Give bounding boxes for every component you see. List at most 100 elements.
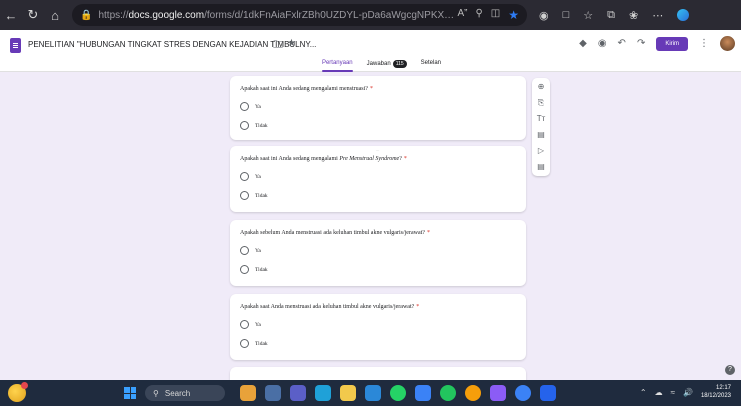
tab-pertanyaan[interactable]: Pertanyaan — [321, 60, 353, 72]
add-video-icon[interactable]: ▷ — [538, 146, 544, 156]
tab-setelan[interactable]: Setelan — [421, 60, 441, 72]
app-icon[interactable] — [415, 385, 431, 401]
split-screen-icon[interactable]: ◫ — [491, 8, 500, 22]
reload-icon[interactable]: ↻ — [22, 4, 44, 26]
undo-icon[interactable]: ↶ — [618, 38, 626, 49]
app-icon[interactable] — [440, 385, 456, 401]
avatar[interactable] — [720, 36, 735, 51]
home-icon[interactable]: ⌂ — [44, 4, 66, 26]
add-title-icon[interactable]: Tт — [537, 114, 546, 124]
radio-icon[interactable] — [240, 191, 249, 200]
radio-icon[interactable] — [240, 339, 249, 348]
option-row[interactable]: Ya — [240, 172, 516, 181]
tab-jawaban[interactable]: Jawaban 115 — [367, 60, 407, 72]
taskbar-search[interactable]: ⚲ Search — [145, 385, 225, 401]
radio-icon[interactable] — [240, 320, 249, 329]
folder-icon[interactable]: 🗀 — [273, 38, 283, 55]
question-card[interactable]: Apakah sebelum Anda menstruasi ada keluh… — [230, 220, 526, 286]
task-view-icon[interactable] — [265, 385, 281, 401]
mail-app-icon[interactable] — [365, 385, 381, 401]
option-label: Ya — [255, 321, 261, 328]
option-label: Tidak — [255, 340, 268, 347]
question-card[interactable]: Apakah saat Anda menstruasi ada keluhan … — [230, 294, 526, 360]
url-text: https://docs.google.com/forms/d/1dkFnAia… — [98, 9, 457, 21]
redo-icon[interactable]: ↷ — [637, 38, 645, 49]
volume-icon[interactable]: 🔊 — [683, 388, 693, 397]
more-vert-icon[interactable]: ⋮ — [699, 38, 709, 49]
word-icon[interactable] — [540, 385, 556, 401]
extensions-icon[interactable]: ❀ — [629, 9, 638, 22]
add-section-icon[interactable]: ▤ — [537, 162, 545, 172]
back-icon[interactable]: ← — [0, 4, 22, 26]
question-text: Apakah saat ini Anda sedang mengalami Pr… — [240, 156, 407, 162]
whatsapp-icon[interactable] — [390, 385, 406, 401]
option-label: Tidak — [255, 266, 268, 273]
edge-app-icon[interactable] — [315, 385, 331, 401]
preview-eye-icon[interactable]: ◉ — [598, 38, 607, 49]
radio-icon[interactable] — [240, 102, 249, 111]
drag-handle-icon[interactable]: ⋯ — [376, 148, 381, 153]
collections-icon[interactable]: ⧉ — [607, 9, 615, 22]
chrome-icon[interactable] — [465, 385, 481, 401]
chevron-up-icon[interactable]: ⌃ — [640, 388, 647, 397]
help-icon[interactable]: ? — [725, 365, 735, 375]
zoom-icon[interactable]: ⚲ — [475, 8, 482, 22]
option-label: Ya — [255, 247, 261, 254]
file-explorer-icon[interactable] — [340, 385, 356, 401]
app-icon[interactable] — [490, 385, 506, 401]
copilot-icon[interactable]: ◉ — [539, 9, 549, 22]
radio-icon[interactable] — [240, 246, 249, 255]
cloud-icon[interactable]: ☁ — [655, 388, 663, 397]
app-icon[interactable] — [515, 385, 531, 401]
add-image-icon[interactable]: ▤ — [537, 130, 545, 140]
option-label: Tidak — [255, 122, 268, 129]
more-icon[interactable]: ⋯ — [652, 9, 663, 22]
question-card[interactable]: Apakah saat ini Anda sedang mengalami me… — [230, 76, 526, 140]
option-row[interactable]: Ya — [240, 102, 516, 111]
star-icon[interactable]: ★ — [287, 38, 296, 49]
taskbar: ⚲ Search ⌃ ☁ ≈ 🔊 12:17 18/12/2023 — [0, 380, 741, 406]
edge-icon[interactable] — [677, 9, 690, 21]
forms-logo-icon[interactable] — [10, 38, 21, 53]
import-questions-icon[interactable]: ⎘ — [538, 98, 544, 108]
system-tray: ⌃ ☁ ≈ 🔊 12:17 18/12/2023 — [640, 384, 731, 400]
favorite-star-icon[interactable]: ★ — [508, 8, 519, 22]
option-label: Ya — [255, 173, 261, 180]
search-icon: ⚲ — [153, 388, 159, 398]
option-row[interactable]: Ya — [240, 246, 516, 255]
palette-icon[interactable]: ◆ — [579, 38, 587, 49]
favorites-icon[interactable]: ☆ — [583, 9, 593, 22]
search-placeholder: Search — [164, 388, 191, 398]
read-aloud-icon[interactable]: A” — [457, 8, 467, 22]
add-question-icon[interactable]: ⊕ — [538, 82, 545, 92]
weather-icon[interactable] — [8, 382, 28, 402]
taskbar-apps — [240, 385, 556, 401]
send-button[interactable]: Kirim — [656, 36, 688, 51]
option-row[interactable]: Tidak — [240, 191, 516, 200]
chat-app-icon[interactable] — [290, 385, 306, 401]
responses-count-badge: 115 — [392, 60, 407, 68]
option-row[interactable]: Tidak — [240, 265, 516, 274]
option-label: Ya — [255, 103, 261, 110]
radio-icon[interactable] — [240, 172, 249, 181]
radio-icon[interactable] — [240, 265, 249, 274]
question-text: Apakah saat Anda menstruasi ada keluhan … — [240, 304, 420, 310]
network-icon[interactable]: ≈ — [671, 388, 675, 397]
clock-date: 18/12/2023 — [700, 393, 731, 399]
radio-icon[interactable] — [240, 121, 249, 130]
clock[interactable]: 12:17 18/12/2023 — [701, 384, 731, 400]
question-toolbar: ⊕ ⎘ Tт ▤ ▷ ▤ — [532, 78, 550, 176]
option-row[interactable]: Ya — [240, 320, 516, 329]
question-card[interactable]: ⋯ Apakah saat ini Anda sedang mengalami … — [230, 146, 526, 212]
option-row[interactable]: Tidak — [240, 339, 516, 348]
clock-time: 12:17 — [715, 385, 731, 391]
option-label: Tidak — [255, 192, 268, 199]
start-icon[interactable] — [124, 387, 136, 399]
address-bar[interactable]: 🔒 https://docs.google.com/forms/d/1dkFnA… — [72, 4, 527, 26]
question-text: Apakah sebelum Anda menstruasi ada keluh… — [240, 230, 430, 236]
browser-toolbar: ← ↻ ⌂ 🔒 https://docs.google.com/forms/d/… — [0, 0, 741, 30]
question-text: Apakah saat ini Anda sedang mengalami me… — [240, 86, 373, 92]
option-row[interactable]: Tidak — [240, 121, 516, 130]
widget-app-icon[interactable] — [240, 385, 256, 401]
tab-icon[interactable]: □ — [563, 9, 570, 21]
